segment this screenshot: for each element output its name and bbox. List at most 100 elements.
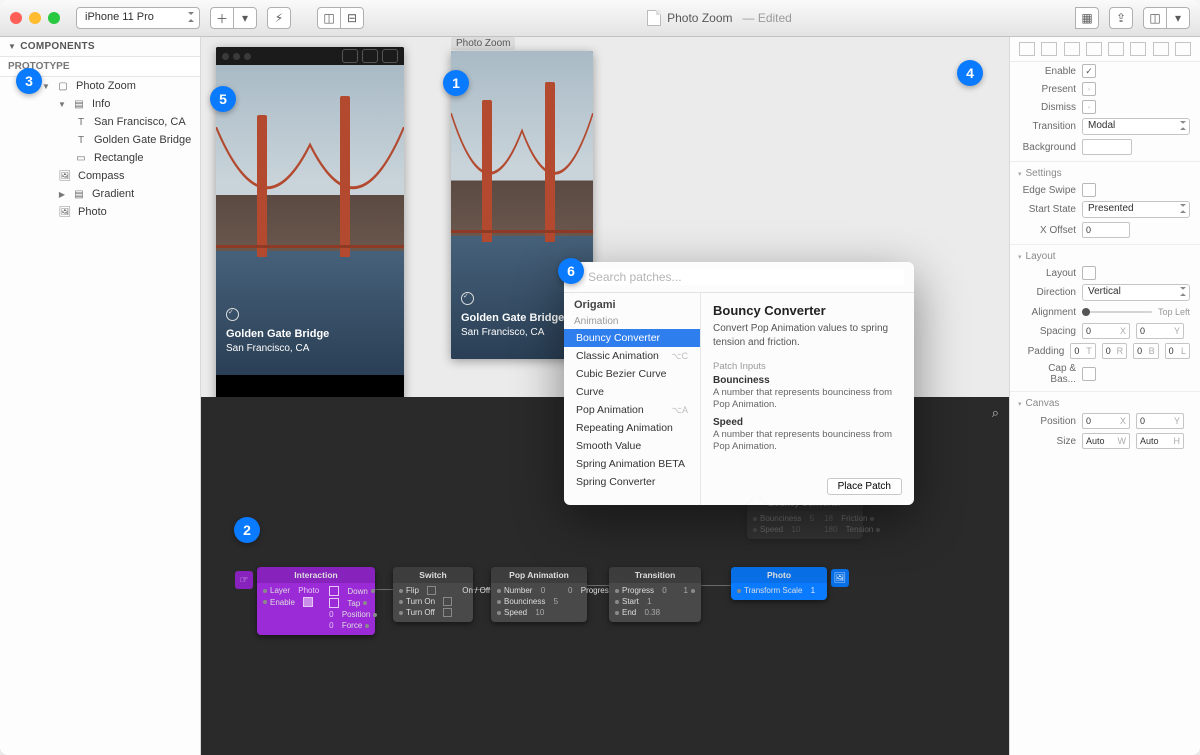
- patch-item[interactable]: Classic Animation⌥C: [564, 347, 700, 365]
- present-pulse[interactable]: ◦: [1082, 82, 1096, 96]
- pad-t-input[interactable]: 0T: [1070, 343, 1095, 359]
- align-top-icon[interactable]: [1086, 42, 1102, 56]
- share-button[interactable]: ⇪: [1109, 7, 1133, 29]
- insp-spacing-label: Spacing: [1020, 326, 1076, 337]
- restart-icon[interactable]: [342, 49, 358, 63]
- insp-direction-label: Direction: [1020, 287, 1076, 298]
- align-vcenter-icon[interactable]: [1108, 42, 1124, 56]
- device-preview[interactable]: Golden Gate BridgeSan Francisco, CA Gold…: [216, 47, 404, 397]
- layer-row-photo[interactable]: 🖼Photo: [0, 203, 200, 221]
- device-selector[interactable]: iPhone 11 Pro: [76, 7, 200, 29]
- layer-row-rect[interactable]: ▭Rectangle: [0, 149, 200, 167]
- view-mode-button[interactable]: ◫: [1143, 7, 1167, 29]
- patch-item[interactable]: Curve: [564, 383, 700, 401]
- transition-select[interactable]: Modal: [1082, 118, 1190, 135]
- patch-input-row: BouncinessA number that represents bounc…: [713, 374, 902, 410]
- pad-r-input[interactable]: 0R: [1102, 343, 1127, 359]
- view-mode-dropdown[interactable]: ▾: [1166, 7, 1190, 29]
- image-icon: 🖼: [58, 206, 72, 218]
- pad-l-input[interactable]: 0L: [1165, 343, 1190, 359]
- xoffset-input[interactable]: 0: [1082, 222, 1130, 238]
- patch-interaction[interactable]: ☞ Interaction Layer Photo Enable Down Ta…: [257, 567, 375, 635]
- patch-search-input[interactable]: [586, 269, 904, 285]
- pos-y-input[interactable]: 0Y: [1136, 413, 1184, 429]
- patch-detail-title: Bouncy Converter: [713, 303, 902, 318]
- background-swatch[interactable]: [1082, 139, 1132, 155]
- caption-title: Golden Gate Bridge: [461, 312, 564, 324]
- size-w-input[interactable]: AutoW: [1082, 433, 1130, 449]
- patch-item[interactable]: Cubic Bezier Curve: [564, 365, 700, 383]
- distribute-v-icon[interactable]: [1175, 42, 1191, 56]
- grid-view-button[interactable]: ▦: [1075, 7, 1099, 29]
- alignment-tools[interactable]: [1010, 37, 1200, 62]
- enable-checkbox[interactable]: ✓: [1082, 64, 1096, 78]
- patch-item[interactable]: Smooth Value: [564, 437, 700, 455]
- group-icon: ▤: [72, 188, 86, 200]
- dismiss-pulse[interactable]: ◦: [1082, 100, 1096, 114]
- size-h-input[interactable]: AutoH: [1136, 433, 1184, 449]
- direction-select[interactable]: Vertical: [1082, 284, 1190, 301]
- insp-settings-header[interactable]: Settings: [1026, 168, 1062, 179]
- place-patch-button[interactable]: Place Patch: [827, 478, 902, 495]
- patch-inputs-label: Patch Inputs: [713, 361, 902, 372]
- patch-group-origami[interactable]: Origami: [564, 293, 700, 313]
- layer-row-gradient[interactable]: ▶▤Gradient: [0, 185, 200, 203]
- add-button[interactable]: ＋: [210, 7, 234, 29]
- lightning-button[interactable]: ⚡︎: [267, 7, 291, 29]
- search-icon[interactable]: ⌕: [992, 405, 999, 421]
- insp-layout-header[interactable]: Layout: [1026, 251, 1056, 262]
- patch-photo[interactable]: 🖼 Photo Transform Scale 1: [731, 567, 827, 600]
- interaction-icon: ☞: [235, 571, 253, 589]
- layout-checkbox[interactable]: [1082, 266, 1096, 280]
- layer-row-sf[interactable]: TSan Francisco, CA: [0, 113, 200, 131]
- insp-canvas-header[interactable]: Canvas: [1026, 398, 1060, 409]
- patch-category-list[interactable]: Origami Animation Bouncy ConverterClassi…: [564, 293, 701, 505]
- pos-x-input[interactable]: 0X: [1082, 413, 1130, 429]
- patch-item[interactable]: Repeating Animation: [564, 419, 700, 437]
- patch-item[interactable]: Spring Animation BETA: [564, 455, 700, 473]
- artboard-label[interactable]: Photo Zoom: [451, 37, 515, 50]
- window-traffic-lights[interactable]: [10, 12, 60, 24]
- insp-position-label: Position: [1020, 416, 1076, 427]
- patch-switch[interactable]: Switch Flip Turn On Turn Off On / Off: [393, 567, 473, 622]
- edgeswipe-checkbox[interactable]: [1082, 183, 1096, 197]
- patch-item[interactable]: Pop Animation⌥A: [564, 401, 700, 419]
- panel-left-toggle[interactable]: ◫: [317, 7, 341, 29]
- close-icon[interactable]: [10, 12, 22, 24]
- patch-pop-animation[interactable]: Pop Animation Number 0 Bounciness 5 Spee…: [491, 567, 587, 622]
- callout-badge-2: 2: [234, 517, 260, 543]
- text-icon: T: [74, 116, 88, 128]
- add-dropdown[interactable]: ▾: [233, 7, 257, 29]
- callout-badge-4: 4: [957, 60, 983, 86]
- startstate-select[interactable]: Presented: [1082, 201, 1190, 218]
- align-hcenter-icon[interactable]: [1041, 42, 1057, 56]
- patch-transition[interactable]: Transition Progress 0 Start 1 End 0.38 1: [609, 567, 701, 622]
- alignment-value: Top Left: [1158, 307, 1190, 317]
- distribute-h-icon[interactable]: [1153, 42, 1169, 56]
- patch-item[interactable]: Spring Converter: [564, 473, 700, 491]
- pad-b-input[interactable]: 0B: [1133, 343, 1158, 359]
- document-icon: [647, 10, 661, 26]
- zoom-icon[interactable]: [48, 12, 60, 24]
- align-right-icon[interactable]: [1064, 42, 1080, 56]
- text-icon: T: [74, 134, 88, 146]
- insp-edgeswipe-label: Edge Swipe: [1020, 185, 1076, 196]
- align-left-icon[interactable]: [1019, 42, 1035, 56]
- record-icon[interactable]: [362, 49, 378, 63]
- align-bottom-icon[interactable]: [1130, 42, 1146, 56]
- layer-row-info[interactable]: ▼▤Info: [0, 95, 200, 113]
- capbas-checkbox[interactable]: [1082, 367, 1096, 381]
- insp-enable-label: Enable: [1020, 66, 1076, 77]
- patch-item[interactable]: Bouncy Converter: [564, 329, 700, 347]
- caption-title: Golden Gate Bridge: [226, 328, 329, 340]
- panel-bottom-toggle[interactable]: ⊟: [340, 7, 364, 29]
- gear-icon[interactable]: [382, 49, 398, 63]
- spacing-x-input[interactable]: 0X: [1082, 323, 1130, 339]
- spacing-y-input[interactable]: 0Y: [1136, 323, 1184, 339]
- alignment-slider[interactable]: [1082, 305, 1152, 319]
- caption-subtitle: San Francisco, CA: [226, 343, 309, 354]
- layer-row-compass[interactable]: 🖼Compass: [0, 167, 200, 185]
- layer-row-ggb[interactable]: TGolden Gate Bridge: [0, 131, 200, 149]
- minimize-icon[interactable]: [29, 12, 41, 24]
- components-header[interactable]: ▼COMPONENTS: [0, 37, 200, 56]
